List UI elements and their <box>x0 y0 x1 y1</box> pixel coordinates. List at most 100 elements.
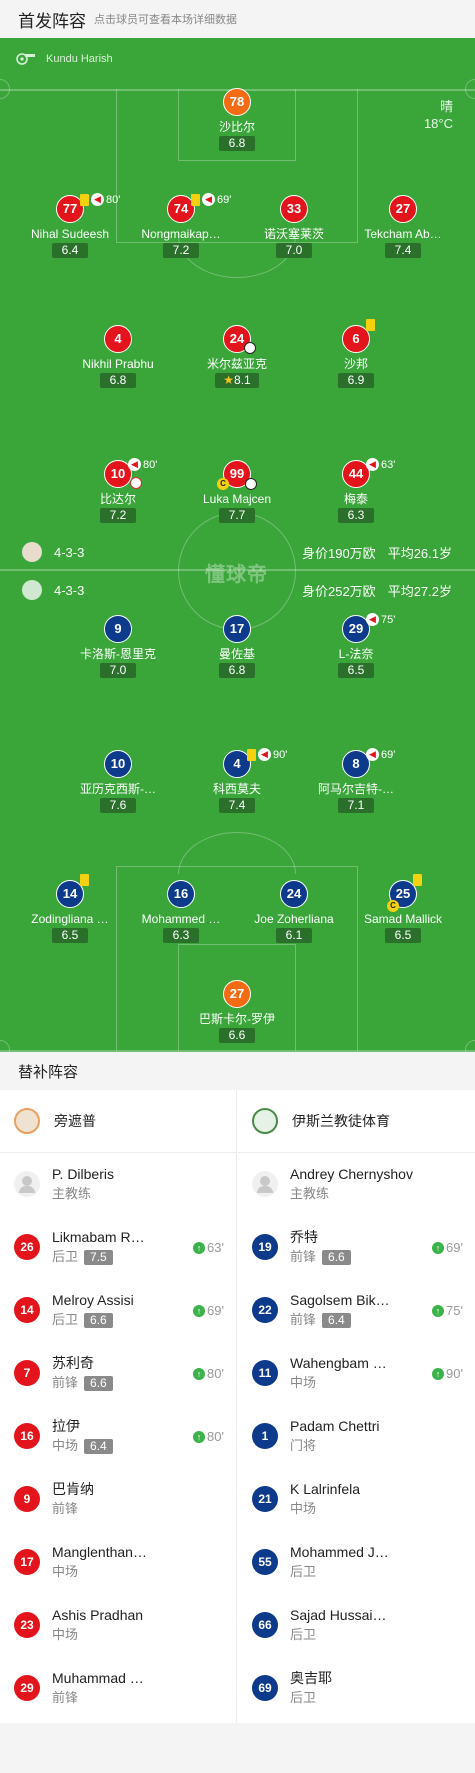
yellow-card-icon <box>247 748 256 761</box>
away-player-4[interactable]: 4 ◀ 90' 科西莫夫 7.4 <box>187 748 287 814</box>
sub-in-time: 69' <box>446 1240 463 1255</box>
away-player-25[interactable]: 25 C Samad Mallick 6.5 <box>353 874 453 944</box>
lineup-page: { "header": {"title": "首发阵容", "subtitle"… <box>0 0 475 1773</box>
sub-in-time: 90' <box>446 1366 463 1381</box>
home-player-4[interactable]: 4 Nikhil Prabhu 6.8 <box>68 325 168 389</box>
home-coach-row[interactable]: P. Dilberis 主教练 <box>0 1153 236 1216</box>
sub-out-icon: ◀ <box>366 458 379 471</box>
yellow-card-icon <box>191 193 200 206</box>
player-name: Nongmaikap… <box>141 227 221 241</box>
away-player-8[interactable]: 8 ◀ 69' 阿马尔吉特-… 7.1 <box>306 748 406 814</box>
home-player-77[interactable]: 77 ◀ 80' Nihal Sudeesh 6.4 <box>20 193 120 259</box>
away-player-16[interactable]: 16 Mohammed … 6.3 <box>131 880 231 944</box>
away-coach-row[interactable]: Andrey Chernyshov 主教练 <box>238 1153 475 1216</box>
sub-name: 拉伊 <box>52 1418 80 1434</box>
away-player-17[interactable]: 17 曼佐基 6.8 <box>187 615 287 679</box>
player-name: 诺沃塞莱茨 <box>263 227 324 241</box>
home-player-74[interactable]: 74 ◀ 69' Nongmaikap… 7.2 <box>131 193 231 259</box>
sub-in-icon: ↑ <box>432 1241 445 1254</box>
list-item[interactable]: 19 乔特 前锋 6.6 ↑ 69' <box>238 1216 475 1279</box>
sub-position: 后卫 <box>52 1249 79 1264</box>
away-player-10[interactable]: 10 亚历克西斯-… 7.6 <box>68 750 168 814</box>
captain-icon: C <box>217 478 229 490</box>
home-player-44[interactable]: 44 ◀ 63' 梅泰 6.3 <box>306 458 406 524</box>
player-events: ◀ 75' <box>366 613 395 626</box>
sub-number: 21 <box>252 1486 278 1512</box>
list-item[interactable]: 7 苏利奇 前锋 6.6 ↑ 80' <box>0 1342 236 1405</box>
sub-name: 苏利奇 <box>52 1355 94 1371</box>
sub-out-icon: ◀ <box>258 748 271 761</box>
home-subs-team[interactable]: 旁遮普 <box>0 1090 236 1153</box>
player-rating: 7.6 <box>100 798 136 813</box>
list-item[interactable]: 17 Manglenthan… 中场 <box>0 1531 236 1594</box>
home-team-logo <box>22 542 42 562</box>
sub-out-icon: ◀ <box>91 193 104 206</box>
coach-role: 主教练 <box>290 1186 330 1201</box>
away-player-24[interactable]: 24 Joe Zoherliana 6.1 <box>244 880 344 944</box>
list-item[interactable]: 23 Ashis Pradhan 中场 <box>0 1594 236 1657</box>
corner-arc <box>465 1040 475 1052</box>
list-item[interactable]: 29 Muhammad … 前锋 <box>0 1657 236 1720</box>
sub-position: 中场 <box>52 1627 79 1642</box>
player-number: 9 <box>104 615 132 643</box>
away-player-9[interactable]: 9 卡洛斯-恩里克 7.0 <box>68 615 168 679</box>
list-item[interactable]: 16 拉伊 中场 6.4 ↑ 80' <box>0 1405 236 1468</box>
home-player-27[interactable]: 27 Tekcham Ab… 7.4 <box>353 195 453 259</box>
sub-name: Muhammad … <box>52 1670 144 1686</box>
list-item[interactable]: 21 K Lalrinfela 中场 <box>238 1468 475 1531</box>
pitch: Kundu Harish 晴 18°C 78 沙比尔 6.8 77 ◀ 80' … <box>0 38 475 1052</box>
list-item[interactable]: 9 巴肯纳 前锋 <box>0 1468 236 1531</box>
home-team-logo <box>14 1108 40 1134</box>
home-player-99[interactable]: 99 C Luka Majcen 7.7 <box>187 460 287 524</box>
player-name: 亚历克西斯-… <box>80 782 156 796</box>
player-events: ◀ 90' <box>247 748 287 761</box>
page-title: 首发阵容 <box>18 11 86 31</box>
sub-number: 66 <box>252 1612 278 1638</box>
player-rating: 7.7 <box>219 508 255 523</box>
sub-number: 16 <box>14 1423 40 1449</box>
list-item[interactable]: 11 Wahengbam … 中场 ↑ 90' <box>238 1342 475 1405</box>
home-player-10[interactable]: 10 ◀ 80' 比达尔 7.2 <box>68 458 168 524</box>
sub-number: 55 <box>252 1549 278 1575</box>
coach-avatar-icon <box>14 1171 40 1197</box>
player-rating: 7.2 <box>163 243 199 258</box>
sub-position: 门将 <box>290 1438 317 1453</box>
home-player-78[interactable]: 78 沙比尔 6.8 <box>187 88 287 152</box>
home-avg-age: 平均26.1岁 <box>387 545 452 561</box>
away-player-27[interactable]: 27 巴斯卡尔-罗伊 6.6 <box>187 980 287 1044</box>
list-item[interactable]: 26 Likmabam R… 后卫 7.5 ↑ 63' <box>0 1216 236 1279</box>
sub-position: 中场 <box>52 1438 79 1453</box>
yellow-card-icon <box>366 319 375 331</box>
sub-in-icon: ↑ <box>432 1367 445 1380</box>
player-name: L-法奈 <box>338 647 374 661</box>
coach-role: 主教练 <box>52 1186 92 1201</box>
player-events: ◀ 80' <box>128 458 157 471</box>
sub-number: 1 <box>252 1423 278 1449</box>
away-player-29[interactable]: 29 ◀ 75' L-法奈 6.5 <box>306 613 406 679</box>
list-item[interactable]: 55 Mohammed J… 后卫 <box>238 1531 475 1594</box>
sub-name: 乔特 <box>290 1229 318 1245</box>
player-name: 阿马尔吉特-… <box>318 782 394 796</box>
list-item[interactable]: 14 Melroy Assisi 后卫 6.6 ↑ 69' <box>0 1279 236 1342</box>
home-player-33[interactable]: 33 诺沃塞莱茨 7.0 <box>244 195 344 259</box>
sub-number: 9 <box>14 1486 40 1512</box>
sub-in-time: 80' <box>207 1429 224 1444</box>
away-subs-team[interactable]: 伊斯兰教徒体育 <box>238 1090 475 1153</box>
sub-in-time: 80' <box>207 1366 224 1381</box>
home-player-6[interactable]: 6 沙邦 6.9 <box>306 319 406 389</box>
player-name: 米尔兹亚克 <box>206 357 267 371</box>
player-events: ◀ 69' <box>366 748 395 761</box>
yellow-card-icon <box>413 874 422 886</box>
player-rating: 6.1 <box>276 928 312 943</box>
list-item[interactable]: 22 Sagolsem Bik… 前锋 6.4 ↑ 75' <box>238 1279 475 1342</box>
list-item[interactable]: 1 Padam Chettri 门将 <box>238 1405 475 1468</box>
subs-header: 替补阵容 <box>0 1052 475 1090</box>
player-events: ◀ 63' <box>366 458 395 471</box>
player-name: Samad Mallick <box>363 912 443 926</box>
list-item[interactable]: 66 Sajad Hussai… 后卫 <box>238 1594 475 1657</box>
home-player-24[interactable]: 24 米尔兹亚克 ★8.1 <box>187 325 287 389</box>
player-name: 曼佐基 <box>218 647 255 661</box>
list-item[interactable]: 69 奥吉耶 后卫 <box>238 1657 475 1720</box>
subs-panel: 旁遮普 P. Dilberis 主教练 26 Likmabam R… 后卫 7.5… <box>0 1090 475 1723</box>
away-player-14[interactable]: 14 Zodingliana … 6.5 <box>20 874 120 944</box>
